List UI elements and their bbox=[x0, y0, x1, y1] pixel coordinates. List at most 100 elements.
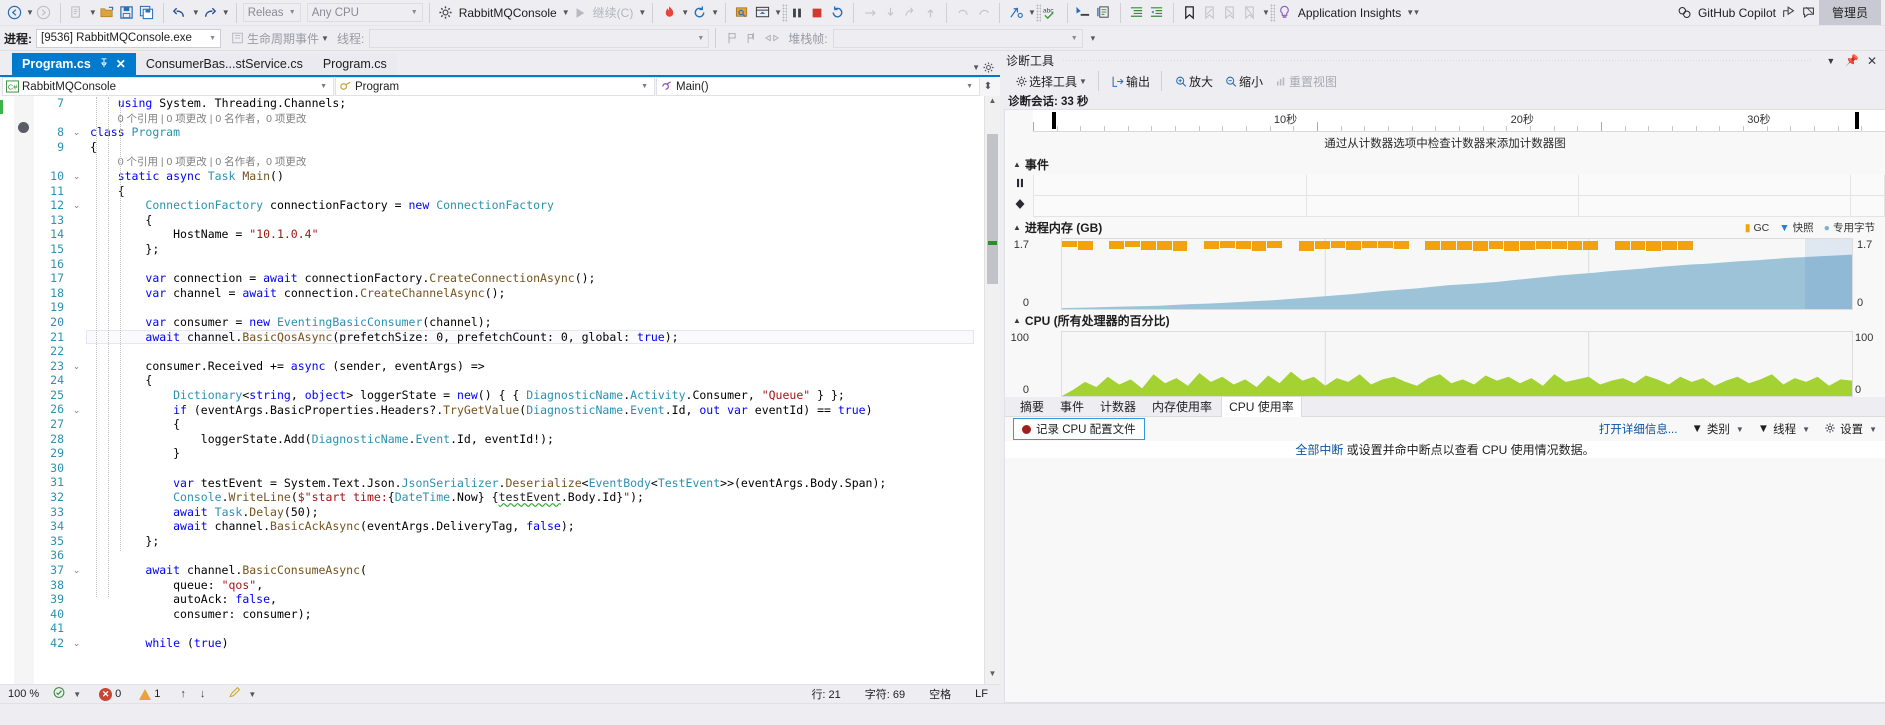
fold-toggle-icon[interactable]: ⌄ bbox=[72, 172, 81, 181]
code-line[interactable]: if (eventArgs.BasicProperties.Headers?.T… bbox=[86, 403, 984, 418]
code-line[interactable]: using System. Threading.Channels; bbox=[86, 96, 984, 111]
events-group-header[interactable]: ▲ 事件 bbox=[1005, 154, 1885, 175]
events-row-markers[interactable] bbox=[1033, 196, 1885, 217]
warning-count[interactable]: 1 bbox=[125, 688, 164, 700]
save-icon[interactable] bbox=[117, 3, 137, 23]
code-line[interactable]: await channel.BasicQosAsync(prefetchSize… bbox=[86, 330, 984, 345]
back-dropdown-caret[interactable]: ▼ bbox=[26, 8, 34, 17]
scroll-down-arrow[interactable]: ▼ bbox=[985, 669, 1000, 684]
toggle-bookmark-icon[interactable] bbox=[1180, 3, 1200, 23]
stop-icon[interactable] bbox=[807, 3, 827, 23]
decrease-indent-icon[interactable] bbox=[1147, 3, 1167, 23]
process-combo[interactable]: [9536] RabbitMQConsole.exe ▼ bbox=[36, 29, 221, 48]
code-line[interactable]: } bbox=[86, 446, 984, 461]
memory-group-header[interactable]: ▲ 进程内存 (GB) ▮ GC ▼ 快照 ● 专用字节 bbox=[1005, 217, 1885, 238]
code-line[interactable]: var testEvent = System.Text.Json.JsonSer… bbox=[86, 476, 984, 491]
close-panel-icon[interactable]: ✕ bbox=[1864, 54, 1885, 68]
events-row-breaks[interactable] bbox=[1033, 175, 1885, 196]
diagnostic-tab[interactable]: 事件 bbox=[1053, 396, 1091, 417]
code-line[interactable] bbox=[86, 257, 984, 272]
pen-caret[interactable]: ▼ bbox=[248, 690, 256, 699]
hot-reload-caret[interactable]: ▼ bbox=[681, 8, 689, 17]
feedback-icon[interactable] bbox=[1799, 3, 1819, 23]
open-details-link[interactable]: 打开详细信息... bbox=[1599, 421, 1678, 437]
next-issue-icon[interactable]: ↓ bbox=[193, 688, 213, 700]
fold-toggle-icon[interactable]: ⌄ bbox=[72, 406, 81, 415]
indentation-indicator[interactable]: 空格 bbox=[917, 686, 963, 702]
close-tab-icon[interactable]: ✕ bbox=[116, 57, 126, 71]
scroll-up-arrow[interactable]: ▲ bbox=[985, 96, 1000, 111]
code-line[interactable]: queue: "qos", bbox=[86, 578, 984, 593]
code-line[interactable]: Dictionary<string, object> loggerState =… bbox=[86, 388, 984, 403]
codelens-line[interactable]: 0 个引用 | 0 项更改 | 0 名作者，0 项更改 bbox=[86, 111, 984, 126]
cpu-group-header[interactable]: ▲ CPU (所有处理器的百分比) bbox=[1005, 310, 1885, 331]
scrollbar-thumb[interactable] bbox=[987, 134, 998, 284]
code-line[interactable]: ConnectionFactory connectionFactory = ne… bbox=[86, 198, 984, 213]
fold-toggle-icon[interactable]: ⌄ bbox=[72, 201, 81, 210]
thread-filter[interactable]: ▼ 线程 ▼ bbox=[1758, 421, 1810, 437]
code-line[interactable]: while (true) bbox=[86, 636, 984, 651]
code-line[interactable]: static async Task Main() bbox=[86, 169, 984, 184]
fold-toggle-icon[interactable]: ⌄ bbox=[72, 128, 81, 137]
intellicode-icon[interactable] bbox=[1006, 3, 1026, 23]
code-line[interactable]: { bbox=[86, 417, 984, 432]
pin-panel-icon[interactable]: 📌 bbox=[1840, 54, 1864, 67]
code-line[interactable] bbox=[86, 622, 984, 637]
navigate-back-icon[interactable] bbox=[4, 3, 24, 23]
settings-button[interactable]: 设置 ▼ bbox=[1824, 421, 1877, 437]
windows-layout-caret[interactable]: ▼ bbox=[774, 8, 782, 17]
output-button[interactable]: 输出 bbox=[1105, 71, 1155, 91]
type-dropdown[interactable]: Program ▼ bbox=[335, 77, 655, 96]
startup-project-label[interactable]: RabbitMQConsole bbox=[456, 6, 560, 20]
timeline-ruler[interactable]: 10秒 20秒 30秒 bbox=[1033, 110, 1885, 132]
code-line[interactable]: var consumer = new EventingBasicConsumer… bbox=[86, 315, 984, 330]
code-editor[interactable]: 7 8 9 10 11 12 13 14 15 16 17 18 19 20 21 22 23 24 25 26 27 2… bbox=[0, 96, 1000, 684]
breakpoint-dot[interactable] bbox=[18, 122, 29, 133]
tab-program-cs-2[interactable]: Program.cs bbox=[313, 53, 397, 75]
hot-reload-icon[interactable] bbox=[659, 3, 679, 23]
windows-layout-icon[interactable] bbox=[752, 3, 772, 23]
increase-indent-icon[interactable] bbox=[1127, 3, 1147, 23]
app-insights-caret[interactable]: ▼ bbox=[1406, 8, 1414, 17]
code-line[interactable]: autoAck: false, bbox=[86, 592, 984, 607]
code-line[interactable]: class Program bbox=[86, 125, 984, 140]
fold-toggle-icon[interactable]: ⌄ bbox=[72, 639, 81, 648]
breakpoint-gutter[interactable] bbox=[14, 96, 34, 684]
show-next-statement-icon[interactable] bbox=[732, 3, 752, 23]
redo-icon[interactable] bbox=[200, 3, 220, 23]
share-icon[interactable] bbox=[1779, 3, 1799, 23]
select-tools-button[interactable]: 选择工具 ▼ bbox=[1008, 71, 1092, 91]
platform-combo[interactable]: Any CPU ▼ bbox=[307, 3, 423, 22]
thread-combo[interactable]: ▼ bbox=[369, 29, 709, 48]
lifecycle-caret[interactable]: ▼ bbox=[321, 34, 329, 43]
tab-list-caret[interactable]: ▼ bbox=[972, 63, 980, 72]
tab-consumer-service[interactable]: ConsumerBas...stService.cs bbox=[136, 53, 313, 75]
restart-debug-icon[interactable] bbox=[827, 3, 847, 23]
code-line[interactable]: }; bbox=[86, 242, 984, 257]
diagnostic-tab[interactable]: 摘要 bbox=[1013, 396, 1051, 417]
intellicode-caret[interactable]: ▼ bbox=[1028, 8, 1036, 17]
record-cpu-profile-button[interactable]: 记录 CPU 配置文件 bbox=[1013, 418, 1145, 440]
code-text-area[interactable]: using System. Threading.Channels; 0 个引用 … bbox=[86, 96, 984, 684]
memory-chart[interactable] bbox=[1061, 238, 1853, 310]
code-line[interactable]: Console.WriteLine($"start time:{DateTime… bbox=[86, 490, 984, 505]
tab-program-cs-active[interactable]: Program.cs ✕ bbox=[12, 53, 136, 75]
restart-app-icon[interactable] bbox=[689, 3, 709, 23]
category-filter[interactable]: ▼ 类别 ▼ bbox=[1691, 421, 1743, 437]
pen-icon[interactable] bbox=[212, 686, 246, 702]
code-line[interactable]: consumer.Received += async (sender, even… bbox=[86, 359, 984, 374]
undo-caret[interactable]: ▼ bbox=[192, 8, 200, 17]
code-line[interactable] bbox=[86, 300, 984, 315]
member-dropdown[interactable]: Main() ▼ bbox=[656, 77, 980, 96]
code-line[interactable]: loggerState.Add(DiagnosticName.Event.Id,… bbox=[86, 432, 984, 447]
break-all-link[interactable]: 全部中断 bbox=[1295, 443, 1343, 457]
diagnostic-tab[interactable]: 计数器 bbox=[1093, 396, 1143, 417]
save-all-icon[interactable] bbox=[137, 3, 157, 23]
code-line[interactable]: await channel.BasicAckAsync(eventArgs.De… bbox=[86, 519, 984, 534]
code-line[interactable]: await Task.Delay(50); bbox=[86, 505, 984, 520]
code-line[interactable]: consumer: consumer); bbox=[86, 607, 984, 622]
code-line[interactable]: { bbox=[86, 140, 984, 155]
configuration-combo[interactable]: Release ▼ bbox=[243, 3, 301, 22]
line-ending-indicator[interactable]: LF bbox=[963, 688, 1000, 700]
fold-gutter[interactable]: ⌄ ⌄ ⌄ ⌄ ⌄ ⌄ ⌄ bbox=[68, 96, 86, 684]
